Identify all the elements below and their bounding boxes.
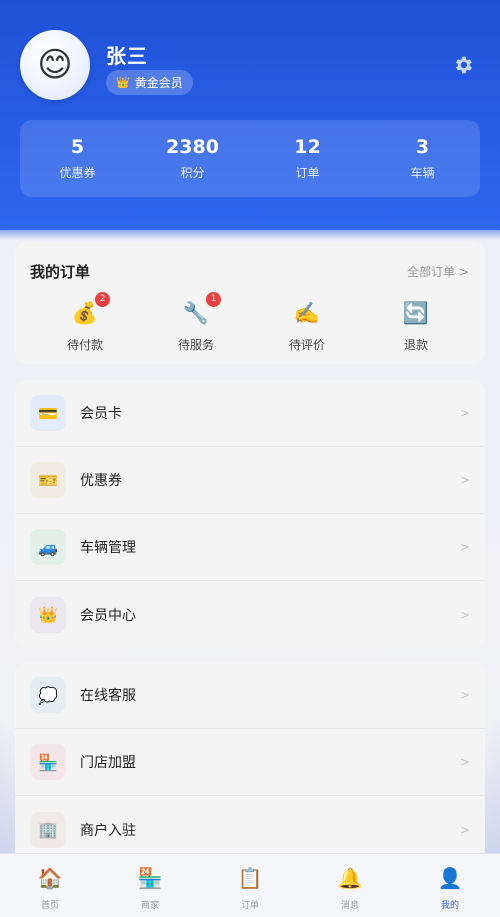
tab-label: 订单 [240,901,259,911]
ticket-icon: 🎫 [30,462,66,498]
chevron-right-icon: > [459,688,470,702]
chevron-right-icon: > [459,406,470,420]
order-label: 待服务 [177,338,214,352]
tab-orders[interactable]: 📋 订单 [200,866,300,917]
stat-value: 3 [415,136,430,158]
menu-label: 会员卡 [80,406,122,422]
stat-orders[interactable]: 12 订单 [258,136,358,181]
stat-coupons[interactable]: 5 优惠券 [28,136,128,181]
shop-icon: 🏪 [137,866,163,890]
stat-label: 积分 [180,166,205,180]
menu-item-vehicles[interactable]: 🚙 车辆管理 > [15,514,485,581]
chevron-right-icon: > [459,473,470,487]
avatar[interactable]: 😊 [20,30,90,100]
tab-label: 商家 [140,901,159,911]
order-pending-service[interactable]: 🔧 1 待服务 [151,292,241,353]
menu-label: 在线客服 [80,688,136,704]
stat-value: 5 [70,136,85,158]
menu-label: 商户入驻 [80,822,136,839]
membership-badge: 👑 黄金会员 [106,70,193,95]
home-icon: 🏠 [37,866,63,890]
stats-panel: 5 优惠券 2380 积分 12 订单 3 车辆 [20,120,480,197]
menu-label: 会员中心 [80,607,136,624]
stat-label: 订单 [295,166,320,180]
order-label: 待付款 [66,338,103,352]
chevron-right-icon: > [459,540,470,554]
money-bag-icon: 💰 2 [72,292,111,326]
tab-mine[interactable]: 👤 我的 [400,866,500,917]
card-icon: 💳 [30,395,66,431]
stat-label: 车辆 [410,166,435,180]
menu-label: 车辆管理 [80,540,136,556]
tab-messages[interactable]: 🔔 消息 [300,866,400,917]
menu-item-member-center[interactable]: 👑 会员中心 > [15,581,485,648]
stat-points[interactable]: 2380 积分 [143,136,243,181]
tab-merchants[interactable]: 🏪 商家 [100,866,200,917]
store-icon: 🏪 [30,744,66,780]
chevron-right-icon: > [459,607,470,622]
tab-label: 首页 [40,901,59,911]
profile-page: 😊 张三 👑 黄金会员 5 优惠券 2380 积分 12 订单 3 车辆 我的订… [0,0,500,917]
my-orders-card: 我的订单 全部订单 > 💰 2 待付款 🔧 1 待服务 ✍️ 待评价 🔄 退款 [15,242,485,364]
tab-label: 我的 [440,901,459,911]
order-refund[interactable]: 🔄 退款 [371,300,461,353]
account-menu: 💳 会员卡 > 🎫 优惠券 > 🚙 车辆管理 > 👑 会员中心 > [15,380,485,648]
car-icon: 🚙 [30,529,66,565]
refund-icon: 🔄 [402,301,430,325]
tab-label: 消息 [340,901,359,911]
writing-icon: ✍️ [293,301,321,325]
bottom-tab-bar: 🏠 首页 🏪 商家 📋 订单 🔔 消息 👤 我的 [0,853,500,917]
user-name: 张三 [106,44,148,68]
stat-value: 12 [294,136,321,158]
menu-item-coupons[interactable]: 🎫 优惠券 > [15,447,485,514]
membership-label: 黄金会员 [134,76,183,90]
order-label: 待评价 [288,338,325,352]
chevron-right-icon: > [459,822,470,837]
count-badge: 2 [95,292,111,307]
menu-label: 门店加盟 [80,755,136,771]
chevron-right-icon: > [459,755,470,769]
clipboard-icon: 📋 [237,866,263,890]
user-icon: 👤 [437,866,463,890]
wrench-icon: 🔧 1 [183,292,222,326]
all-orders-link[interactable]: 全部订单 > [407,263,469,280]
profile-header: 😊 张三 👑 黄金会员 5 优惠券 2380 积分 12 订单 3 车辆 [0,0,500,230]
chat-icon: 💭 [30,677,66,713]
menu-item-member-card[interactable]: 💳 会员卡 > [15,380,485,447]
building-icon: 🏢 [30,811,66,848]
order-pending-review[interactable]: ✍️ 待评价 [262,300,352,353]
menu-item-online-support[interactable]: 💭 在线客服 > [15,662,485,729]
crown-icon: 👑 [116,76,130,89]
tab-home[interactable]: 🏠 首页 [0,866,100,917]
menu-item-store-franchise[interactable]: 🏪 门店加盟 > [15,729,485,796]
stat-value: 2380 [166,136,219,158]
menu-label: 优惠券 [80,473,122,489]
stat-vehicles[interactable]: 3 车辆 [373,136,473,181]
orders-title: 我的订单 [30,263,91,281]
count-badge: 1 [206,292,222,307]
stat-label: 优惠券 [59,166,96,180]
service-menu: 💭 在线客服 > 🏪 门店加盟 > 🏢 商户入驻 > [15,662,485,863]
crown-icon: 👑 [30,596,66,633]
order-pending-payment[interactable]: 💰 2 待付款 [40,292,130,353]
order-label: 退款 [403,338,428,352]
bell-icon: 🔔 [337,866,363,890]
gear-icon[interactable] [452,54,474,76]
